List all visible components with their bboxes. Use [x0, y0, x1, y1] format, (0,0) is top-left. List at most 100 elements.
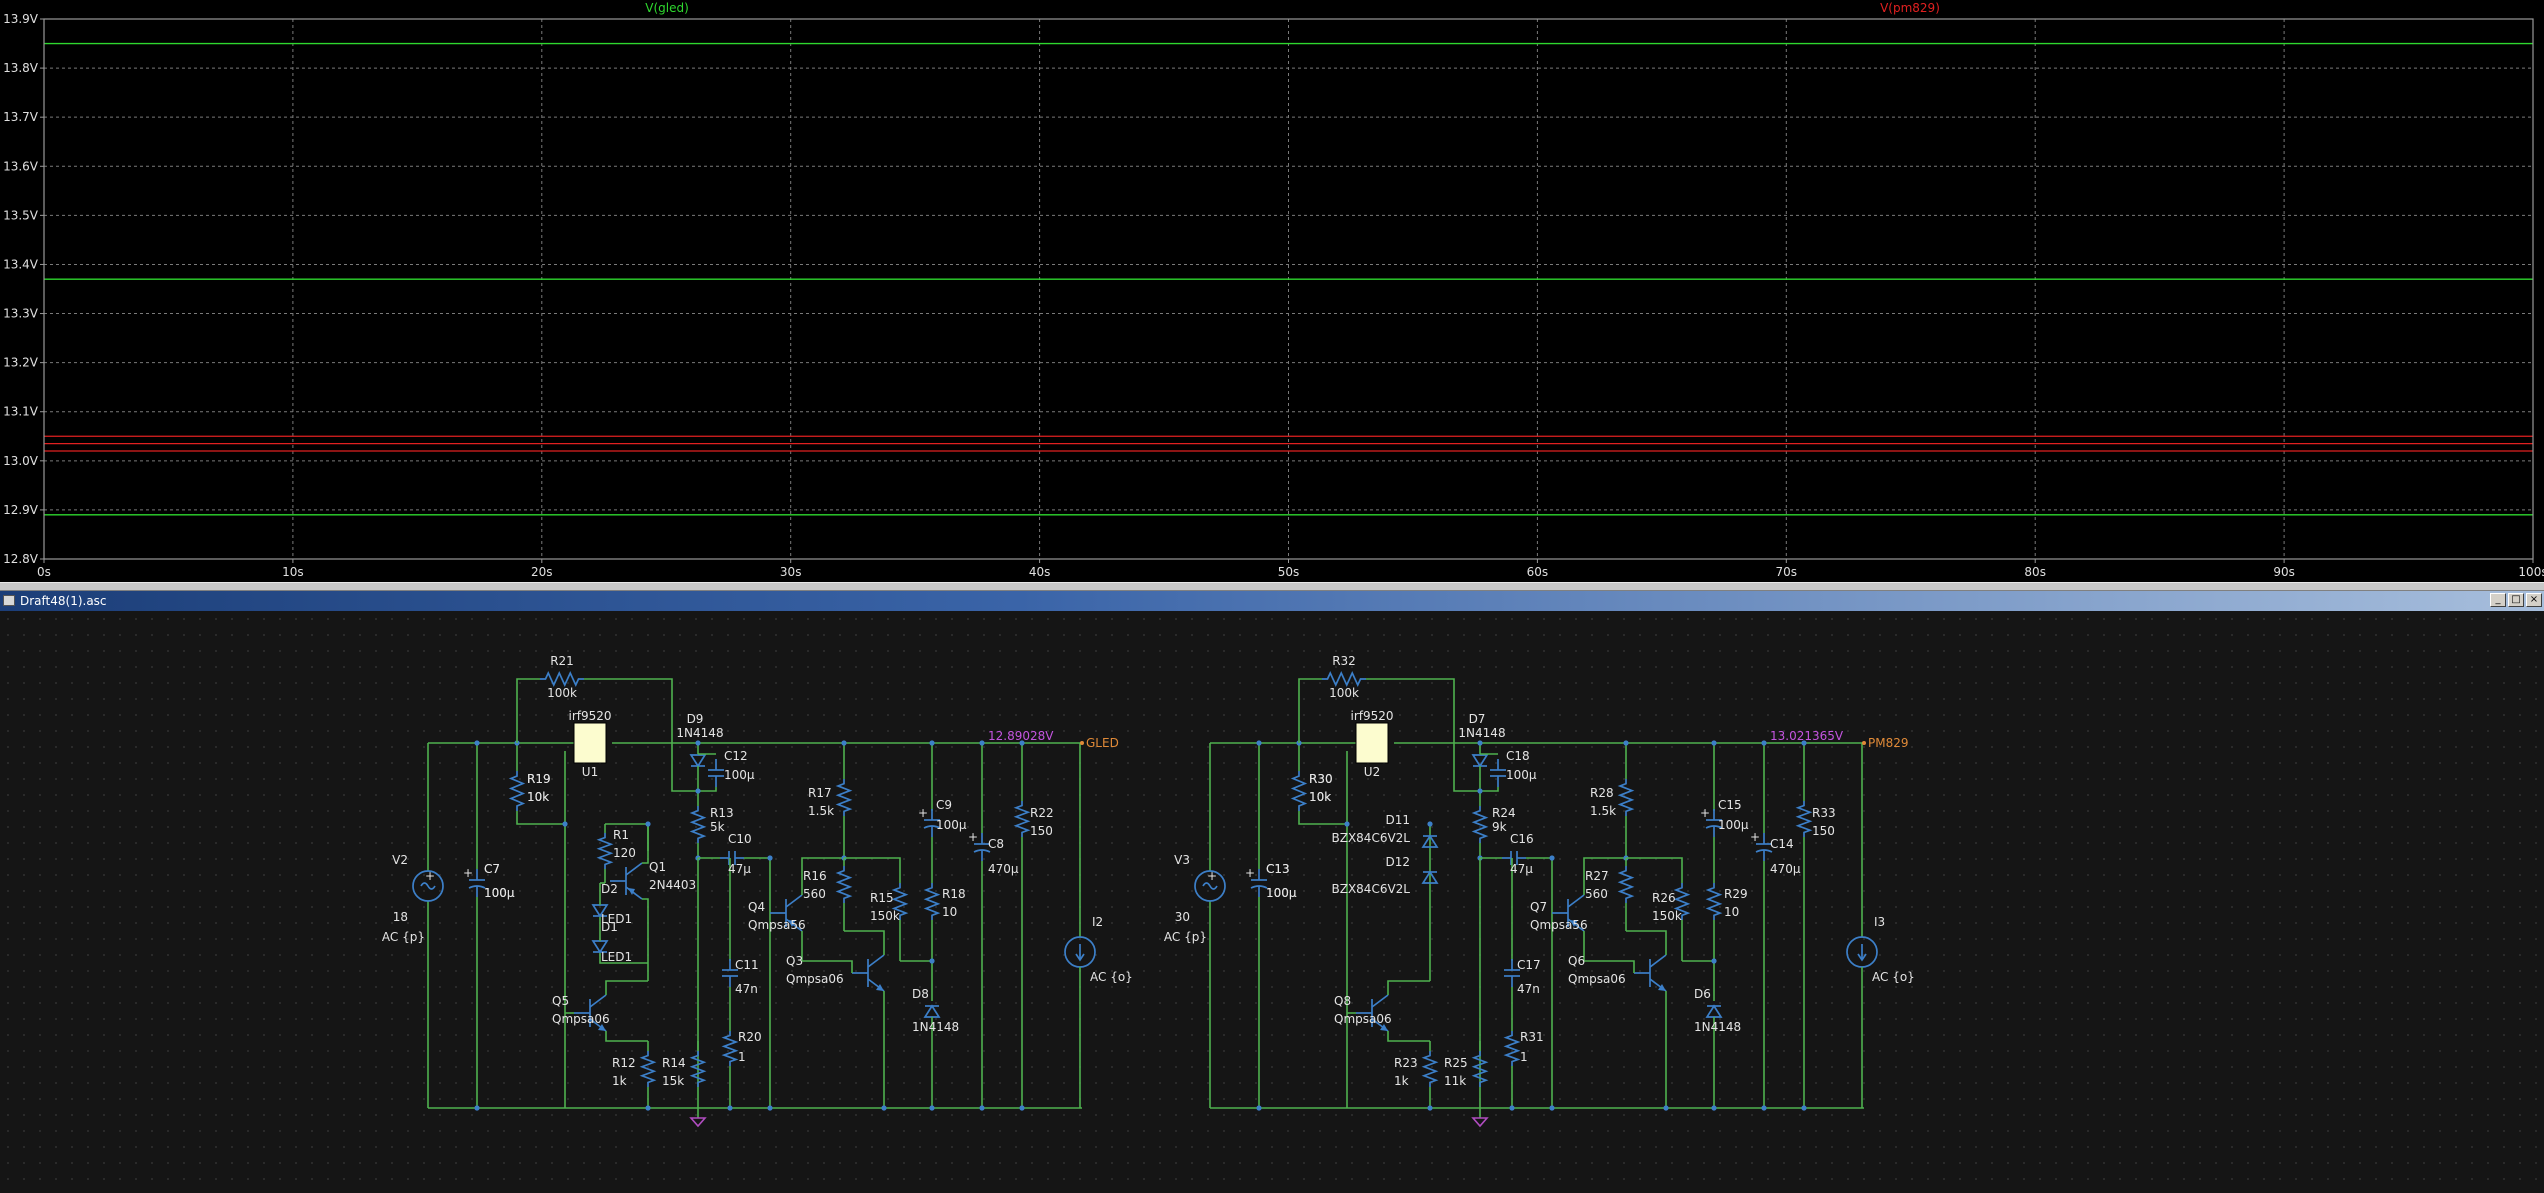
trace-label: V(pm829): [1880, 1, 1940, 15]
component-value: 10k: [1309, 790, 1331, 804]
junction-dot: [767, 855, 773, 861]
junction-dot: [1711, 740, 1717, 746]
x-tick-label: 10s: [282, 565, 304, 579]
schematic-title-bar[interactable]: Draft48(1).asc _ □ ×: [0, 591, 2544, 611]
i-source-model: AC {o}: [1872, 970, 1915, 984]
q5-collector: [589, 994, 607, 1008]
x-tick-label: 50s: [1278, 565, 1300, 579]
wire: [671, 743, 698, 792]
component-value: 9k: [1492, 820, 1507, 834]
c7-polarity: +: [1245, 866, 1255, 880]
component-ref: R26: [1652, 891, 1676, 905]
schematic-window-title: Draft48(1).asc: [20, 594, 107, 608]
component-value: 100µ: [1506, 768, 1537, 782]
v-source-plus: +: [1207, 869, 1217, 883]
y-tick-label: 13.3V: [3, 307, 39, 321]
component-value: 100µ: [936, 818, 967, 832]
component-ref: R13: [710, 806, 734, 820]
v-source-plus: +: [425, 869, 435, 883]
component-ref: R19: [527, 772, 551, 786]
r-top-value: 100k: [1329, 686, 1359, 700]
mosfet-model: irf9520: [1350, 709, 1393, 723]
wire: [1387, 1031, 1430, 1042]
v-source-wave: [1202, 882, 1218, 890]
close-button[interactable]: ×: [2526, 593, 2542, 607]
wire: [844, 857, 901, 883]
component-value: 100µ: [484, 886, 515, 900]
component-value: 1: [1520, 1050, 1528, 1064]
component-value: 47µ: [1510, 862, 1533, 876]
wire: [1387, 980, 1430, 995]
component-ref: C18: [1506, 749, 1530, 763]
y-tick-label: 13.8V: [3, 61, 39, 75]
junction-dot: [645, 1105, 651, 1111]
component-value: 150: [1030, 824, 1053, 838]
component-ref: Q6: [1568, 954, 1585, 968]
component-value: Qmpsa06: [786, 972, 844, 986]
component-value: 1N4148: [1694, 1020, 1741, 1034]
d-top-model: 1N4148: [676, 726, 723, 740]
component-value: Qmpsa56: [748, 918, 806, 932]
pane-splitter[interactable]: [0, 582, 2544, 591]
y-tick-label: 13.5V: [3, 208, 39, 222]
i-source-ref: I2: [1092, 915, 1103, 929]
r1-symbol: [596, 833, 614, 869]
component-value: 470µ: [1770, 862, 1801, 876]
maximize-button[interactable]: □: [2508, 593, 2524, 607]
component-ref: R20: [738, 1030, 762, 1044]
schematic-drawing[interactable]: + V2 18 AC {p} + C7 100µ R19 10k R21 100k irf9520 U1…: [0, 611, 2544, 1193]
component-value: 10k: [527, 790, 549, 804]
component-value: 1.5k: [808, 804, 834, 818]
junction-dot: [881, 1105, 887, 1111]
r18-symbol: [923, 883, 941, 920]
junction-dot: [841, 740, 847, 746]
wire: [1626, 930, 1667, 955]
r-top-ref: R32: [1332, 654, 1356, 668]
component-ref: Q4: [748, 900, 765, 914]
junction-dot: [1761, 1105, 1767, 1111]
c7-polarity: +: [463, 866, 473, 880]
wire: [844, 960, 853, 973]
junction-dot: [767, 1105, 773, 1111]
component-ref: D12: [1385, 855, 1410, 869]
junction-dot: [1711, 1105, 1717, 1111]
component-value: 47n: [1517, 982, 1540, 996]
component-ref: C10: [728, 832, 752, 846]
component-value: BZX84C6V2L: [1332, 831, 1411, 845]
component-value: Qmpsa06: [552, 1012, 610, 1026]
junction-dot: [1663, 1105, 1669, 1111]
component-value: 100µ: [1718, 818, 1749, 832]
junction-dot: [1711, 958, 1717, 964]
r14-symbol: [689, 1051, 707, 1087]
component-value: 2N4403: [649, 878, 696, 892]
d-top-body: [689, 754, 707, 768]
wire: [844, 930, 885, 955]
schematic-canvas[interactable]: + V2 18 AC {p} + C7 100µ R19 10k R21 100k irf9520 U1…: [0, 611, 2544, 1193]
component-value: LED1: [601, 950, 632, 964]
x-tick-label: 40s: [1029, 565, 1051, 579]
component-ref: R30: [1309, 772, 1333, 786]
component-ref: C12: [724, 749, 748, 763]
junction-dot: [1509, 1105, 1515, 1111]
component-ref: C16: [1510, 832, 1534, 846]
net-flag: [1080, 741, 1084, 745]
waveform-plot-pane[interactable]: 13.9V 13.8V 13.7V 13.6V 13.5V 13.4V 13.3V 13.2V…: [0, 0, 2544, 582]
wire: [1626, 960, 1635, 973]
junction-dot: [929, 1105, 935, 1111]
q1-emitter: [625, 886, 643, 900]
mosfet-ref: U1: [582, 765, 598, 779]
waveform-plot[interactable]: 13.9V 13.8V 13.7V 13.6V 13.5V 13.4V 13.3V 13.2V…: [0, 0, 2544, 582]
component-value: 11k: [1444, 1074, 1466, 1088]
component-ref: Q8: [1334, 994, 1351, 1008]
y-tick-label: 12.9V: [3, 503, 39, 517]
right-circuit: + V3 30 AC {p} + C13 100µ R30 10k R32 100k irf9520 U…: [1164, 654, 1915, 1128]
component-ref: R29: [1724, 887, 1748, 901]
c8-polarity: +: [1750, 830, 1760, 844]
minimize-button[interactable]: _: [2490, 593, 2506, 607]
r13-symbol: [689, 806, 707, 843]
junction-dot: [1623, 740, 1629, 746]
trace-label: V(gled): [645, 1, 689, 15]
plot-grid: [44, 19, 2533, 559]
mosfet-body: [1355, 722, 1389, 764]
junction-dot: [1019, 1105, 1025, 1111]
